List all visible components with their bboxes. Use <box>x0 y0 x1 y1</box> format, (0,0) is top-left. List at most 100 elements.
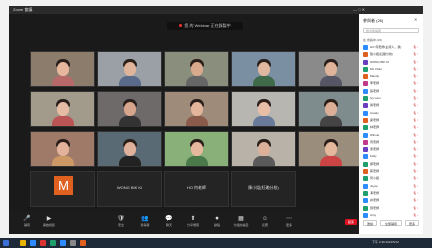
participant-face <box>191 102 203 116</box>
reactions-button[interactable]: ☺ 反應 <box>253 215 277 233</box>
record-button[interactable]: ⏺ 錄製 <box>205 215 229 233</box>
taskbar-app-icon[interactable] <box>60 240 66 246</box>
participant-body <box>253 76 275 86</box>
participant-body <box>186 116 208 126</box>
camera-off-icon: ▫ <box>417 132 419 137</box>
video-tile[interactable] <box>164 131 229 167</box>
participant-row[interactable]: Ms Chan 🎙 ▫ <box>363 66 421 73</box>
participant-row[interactable]: 陳小姐(紅磡分校) 🎙 ▫ <box>363 51 421 58</box>
participant-row[interactable]: Mandy 🎙 ▫ <box>363 73 421 80</box>
participant-face <box>258 102 270 116</box>
participant-name: Ivy Lam <box>370 96 381 101</box>
participant-name: 林老師 <box>370 125 380 130</box>
participant-row[interactable]: WONG BIK KI 🎙 ▫ <box>363 59 421 66</box>
video-tile[interactable] <box>231 91 296 127</box>
participant-body <box>320 116 342 126</box>
security-button[interactable]: 🛡 安全 <box>109 215 133 233</box>
name-only-tile[interactable]: 陳小姐(紅磡分校) <box>231 171 296 207</box>
start-video-button[interactable]: ▶ 開始視訊 <box>37 215 61 233</box>
video-tile[interactable] <box>231 131 296 167</box>
participant-body <box>52 116 74 126</box>
taskbar-app-icon[interactable] <box>50 240 56 246</box>
participant-face <box>258 142 270 156</box>
participant-row[interactable]: 吳老師 🎙 ▫ <box>363 146 421 153</box>
participant-name: 馮老師 <box>370 190 380 195</box>
participant-row[interactable]: Joyce 🎙 ▫ <box>363 183 421 190</box>
taskbar-app-icon[interactable] <box>40 240 46 246</box>
end-meeting-button[interactable]: 結束 <box>345 219 357 225</box>
video-tile[interactable] <box>97 131 162 167</box>
more-button[interactable]: 更多 <box>405 220 419 226</box>
avatar <box>363 59 368 65</box>
breakout-rooms-button[interactable]: ▦ 分組討論室 <box>229 215 253 233</box>
avatar <box>363 88 368 94</box>
share-screen-icon: ⬆ <box>190 216 196 222</box>
participant-row[interactable]: 鄭老師 🎙 ▫ <box>363 161 421 168</box>
participant-row[interactable]: 許老師 🎙 ▫ <box>363 197 421 204</box>
participant-face <box>325 142 337 156</box>
invite-button[interactable]: 邀請 <box>363 220 377 226</box>
video-tile[interactable] <box>298 91 363 127</box>
camera-off-icon: ▫ <box>417 198 419 203</box>
mute-button[interactable]: 🎤 靜音 <box>15 215 39 233</box>
participant-row[interactable]: Kelly 🎙 ▫ <box>363 153 421 160</box>
video-tile[interactable] <box>97 51 162 87</box>
video-gallery: M WONG BIK KI HO 何老師 陳小姐(紅磡分校) <box>30 51 364 212</box>
participant-row[interactable]: 林老師 🎙 ▫ <box>363 124 421 131</box>
camera-off-icon: ▫ <box>417 81 419 86</box>
start-video-icon: ▶ <box>46 216 52 222</box>
panel-close-icon[interactable]: ✕ <box>414 17 417 22</box>
taskbar-app-icon[interactable] <box>30 240 36 246</box>
share-screen-button[interactable]: ⬆ 分享螢幕 <box>181 215 205 233</box>
participant-row[interactable]: Amy 🎙 ▫ <box>363 212 421 219</box>
video-tile[interactable] <box>164 91 229 127</box>
participant-face <box>191 142 203 156</box>
participant-row[interactable]: 張老師 🎙 ▫ <box>363 88 421 95</box>
video-tile[interactable] <box>298 131 363 167</box>
toolbar-label: 分組討論室 <box>233 223 249 227</box>
mute-all-button[interactable]: 全部靜音 <box>380 220 402 226</box>
video-tile[interactable] <box>30 51 95 87</box>
participant-row[interactable]: HO 何老師(主持人，我) 🎙 ▫ <box>363 44 421 51</box>
camera-off-icon: ▫ <box>417 66 419 71</box>
recording-banner: 您 的 Webinar 正在錄製中 <box>167 22 243 30</box>
participant-row[interactable]: 何小姐 🎙 ▫ <box>363 175 421 182</box>
video-tile[interactable] <box>30 91 95 127</box>
name-only-tile[interactable]: M <box>30 171 95 207</box>
participant-row[interactable]: Candy 🎙 ▫ <box>363 110 421 117</box>
avatar <box>363 52 368 58</box>
taskbar-app-icon[interactable] <box>20 240 26 246</box>
camera-off-icon: ▫ <box>417 117 419 122</box>
participant-row[interactable]: 蔡老師 🎙 ▫ <box>363 168 421 175</box>
more-options-button[interactable]: ⋯ 更多 <box>277 215 301 233</box>
avatar <box>363 198 368 204</box>
name-only-tile[interactable]: HO 何老師 <box>164 171 229 207</box>
panel-footer: 邀請 全部靜音 更多 <box>363 220 421 230</box>
taskbar-app-icon[interactable] <box>70 240 76 246</box>
video-tile[interactable] <box>30 131 95 167</box>
participant-row[interactable]: Winnie 🎙 ▫ <box>363 132 421 139</box>
participant-face <box>124 62 136 76</box>
participant-search-input[interactable]: 搜尋參與者 <box>363 28 419 33</box>
participant-row[interactable]: 馮老師 🎙 ▫ <box>363 190 421 197</box>
avatar <box>363 103 368 109</box>
name-only-tile[interactable]: WONG BIK KI <box>97 171 162 207</box>
participant-name: Winnie <box>370 132 380 137</box>
video-tile[interactable] <box>97 91 162 127</box>
taskbar-app-icon[interactable] <box>80 240 86 246</box>
participants-button[interactable]: 👥 參與者 <box>133 215 157 233</box>
avatar <box>363 183 368 189</box>
video-tile[interactable] <box>164 51 229 87</box>
participant-row[interactable]: 梁老師 🎙 ▫ <box>363 117 421 124</box>
participant-row[interactable]: 黃老師 🎙 ▫ <box>363 102 421 109</box>
start-menu-icon[interactable] <box>3 240 9 246</box>
video-tile[interactable] <box>298 51 363 87</box>
video-tile[interactable] <box>231 51 296 87</box>
participant-row[interactable]: 李老師 🎙 ▫ <box>363 80 421 87</box>
window-controls[interactable]: — □ ✕ <box>353 6 365 14</box>
participant-row[interactable]: Ivy Lam 🎙 ▫ <box>363 95 421 102</box>
participant-row[interactable]: 劉老師 🎙 ▫ <box>363 205 421 212</box>
chat-button[interactable]: 💬 聊天 <box>157 215 181 233</box>
participant-name: 梁老師 <box>370 117 380 122</box>
participant-row[interactable]: 周老師 🎙 ▫ <box>363 139 421 146</box>
